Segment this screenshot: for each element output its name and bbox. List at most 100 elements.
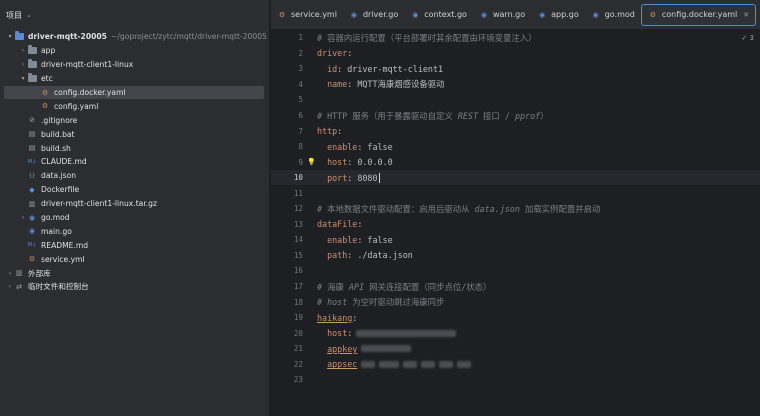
- tree-item-label: config.yaml: [54, 101, 99, 111]
- inspection-count: 3: [749, 34, 754, 42]
- text-caret: [378, 172, 380, 183]
- code-line: # 海康 API 网关连接配置（同步点位/状态）: [317, 279, 760, 295]
- folder-module-icon: [14, 31, 24, 41]
- tree-item[interactable]: › driver-mqtt-client1-linux: [0, 58, 270, 72]
- code-line: name: MQTT海康烟感设备驱动: [317, 77, 760, 93]
- gomod-icon: ◉: [592, 10, 599, 19]
- tree-item[interactable]: ⚙ config.docker.yaml: [4, 85, 264, 100]
- lightbulb-icon[interactable]: 💡: [307, 158, 316, 166]
- tree-item-label: CLAUDE.md: [41, 157, 87, 167]
- tree-item[interactable]: ▾ driver-mqtt-20005 ~/goproject/zytc/mqtt/…: [0, 30, 270, 44]
- expand-arrow-icon[interactable]: ›: [19, 214, 27, 221]
- expand-arrow-icon[interactable]: ›: [19, 61, 27, 68]
- tab-app-go[interactable]: ◉ app.go: [531, 5, 585, 25]
- line-number: 5: [298, 95, 303, 105]
- expand-arrow-icon[interactable]: ›: [6, 283, 14, 290]
- code-token: : 8080: [347, 172, 378, 183]
- code-line: # host 为空时驱动跳过海康同步: [317, 294, 760, 310]
- folder-icon: [27, 45, 37, 55]
- expand-arrow-icon[interactable]: ▾: [6, 33, 14, 40]
- line-number: 3: [298, 64, 303, 74]
- code-line: # 容器内运行配置（平台部署时其余配置由环境变量注入）: [317, 30, 760, 46]
- code-line: id: driver-mqtt-client1: [317, 61, 760, 77]
- tree-item-label: service.yml: [41, 254, 85, 264]
- code-token: enable: [317, 234, 358, 245]
- script-icon: ▤: [28, 144, 36, 153]
- code-token: 网关连接配置（同步点位/状态）: [364, 281, 492, 292]
- tab-warn-go[interactable]: ◉ warn.go: [473, 5, 531, 25]
- project-panel-header[interactable]: 项目 ⌄: [0, 0, 269, 30]
- gomod-icon: ◉: [28, 213, 36, 222]
- tree-item[interactable]: › ▥ 外部库: [0, 266, 270, 280]
- redacted-value: [457, 360, 472, 368]
- chevron-down-icon[interactable]: ⌄: [26, 11, 32, 19]
- line-number: 22: [293, 359, 303, 369]
- code-token: pprof: [514, 110, 541, 121]
- line-number: 10: [293, 173, 303, 183]
- expand-arrow-icon[interactable]: ›: [19, 47, 27, 54]
- tree-item[interactable]: ⚙ config.yaml: [0, 99, 270, 113]
- project-panel-title: 项目: [6, 10, 22, 20]
- line-number: 6: [298, 111, 303, 120]
- library-icon: ▥: [15, 269, 23, 278]
- tab-driver-go[interactable]: ◉ driver.go: [343, 5, 404, 25]
- tree-item[interactable]: › ◉ go.mod: [0, 211, 270, 225]
- tree-item[interactable]: ◆ Dockerfile: [0, 183, 270, 197]
- code-area[interactable]: # 容器内运行配置（平台部署时其余配置由环境变量注入） driver: id: d…: [307, 30, 760, 388]
- close-icon[interactable]: ✕: [743, 11, 749, 19]
- line-number: 12: [293, 204, 303, 214]
- redacted-value: [439, 360, 454, 368]
- tab-config-docker-yaml[interactable]: ⚙ config.docker.yaml ✕: [640, 3, 757, 26]
- ide-window: 项目 ⌄ ▾ driver-mqtt-20005 ~/goproject/zytc/…: [0, 0, 760, 416]
- tree-item-label: etc: [41, 74, 53, 84]
- redacted-value: [379, 360, 400, 368]
- line-number: 23: [293, 375, 303, 385]
- tree-item[interactable]: M↓ README.md: [0, 238, 270, 252]
- go-file-icon: ◉: [28, 227, 36, 236]
- tree-item[interactable]: ◉ main.go: [0, 224, 270, 238]
- markdown-icon: M↓: [27, 242, 37, 249]
- code-token: # 海康: [317, 281, 349, 292]
- code-line: driver:: [317, 46, 760, 62]
- tree-item-label: main.go: [41, 226, 72, 236]
- tree-item-label: 外部库: [28, 268, 51, 278]
- code-editor[interactable]: 1 2 3 4 5 6 7 8 9 10 11 12 13 14 15 16 17 18 19 20 21 22 23 # …: [271, 30, 760, 416]
- code-token: REST: [457, 110, 479, 121]
- redacted-value: [403, 360, 418, 368]
- code-token: path: [317, 250, 348, 261]
- tab-label: service.yml: [291, 10, 337, 19]
- code-token: :: [352, 312, 358, 323]
- redacted-value: [361, 345, 412, 353]
- tree-item[interactable]: ▤ build.sh: [0, 141, 270, 155]
- expand-arrow-icon[interactable]: ▾: [19, 75, 27, 82]
- tree-item[interactable]: ▥ driver-mqtt-client1-linux.tar.gz: [0, 197, 270, 211]
- tree-item[interactable]: › app: [0, 44, 270, 58]
- tab-go-mod[interactable]: ◉ go.mod: [585, 5, 641, 25]
- expand-arrow-icon[interactable]: ›: [6, 270, 14, 277]
- inspection-widget[interactable]: ✓ 3: [741, 34, 754, 42]
- code-token: :: [337, 126, 343, 137]
- code-token: API: [348, 281, 365, 292]
- tab-context-go[interactable]: ◉ context.go: [404, 5, 473, 25]
- code-token: # 容器内运行配置（平台部署时其余配置由环境变量注入）: [317, 32, 537, 43]
- archive-icon: ▥: [28, 199, 36, 208]
- code-token: : ./data.json: [347, 250, 413, 261]
- tree-item[interactable]: ▤ build.bat: [0, 127, 270, 141]
- tree-item-label: app: [41, 46, 56, 56]
- tree-item[interactable]: {} data.json: [0, 169, 270, 183]
- tree-item-label: driver-mqtt-20005: [28, 32, 107, 42]
- project-tree: ▾ driver-mqtt-20005 ~/goproject/zytc/mqtt/…: [0, 30, 270, 294]
- tab-service-yml[interactable]: ⚙ service.yml: [271, 5, 343, 25]
- tree-item[interactable]: ⚙ service.yml: [0, 252, 270, 266]
- tree-item-label: Dockerfile: [41, 185, 80, 195]
- tree-item[interactable]: M↓ CLAUDE.md: [0, 155, 270, 169]
- tree-item[interactable]: › ⇄ 临时文件和控制台: [0, 280, 270, 294]
- tree-item[interactable]: ▾ etc: [0, 72, 270, 86]
- tree-item[interactable]: ⊘ .gitignore: [0, 113, 270, 127]
- tree-item-label: data.json: [41, 171, 77, 181]
